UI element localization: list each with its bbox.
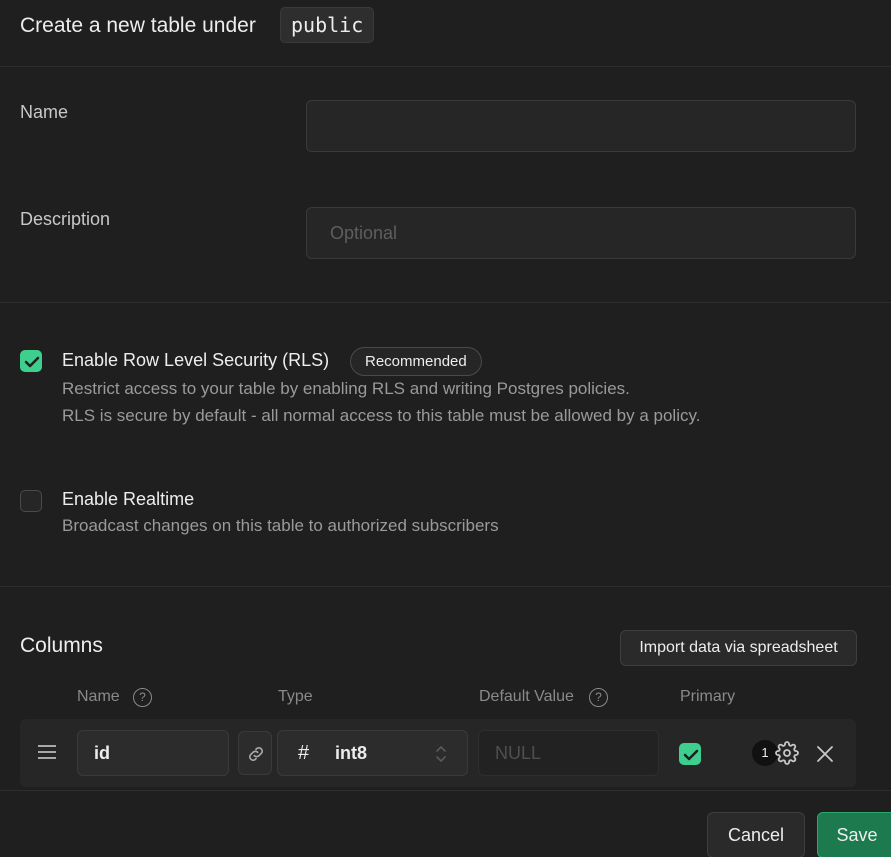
gear-icon[interactable] <box>775 741 799 765</box>
name-input[interactable] <box>306 100 856 152</box>
check-icon <box>683 749 699 761</box>
drag-handle-icon[interactable] <box>38 745 56 759</box>
check-icon <box>24 356 40 368</box>
rls-title: Enable Row Level Security (RLS) <box>62 350 330 370</box>
column-type-value: int8 <box>335 743 368 763</box>
recommended-badge: Recommended <box>350 347 482 376</box>
column-header-default-value: Default Value <box>479 688 574 705</box>
column-header-type: Type <box>278 688 313 705</box>
rls-description-line-2: RLS is secure by default - all normal ac… <box>62 406 701 425</box>
rls-checkbox[interactable] <box>20 350 42 372</box>
name-label: Name <box>20 102 69 122</box>
footer-divider <box>0 790 891 791</box>
help-icon[interactable]: ? <box>589 688 608 707</box>
cancel-button[interactable]: Cancel <box>707 812 805 857</box>
hash-icon: # <box>298 742 310 764</box>
realtime-checkbox[interactable] <box>20 490 42 512</box>
description-input[interactable] <box>306 207 856 259</box>
section-divider <box>0 302 891 303</box>
link-icon <box>249 747 263 761</box>
column-name-input[interactable] <box>77 730 229 776</box>
realtime-title: Enable Realtime <box>62 489 195 509</box>
save-button[interactable]: Save <box>817 812 891 857</box>
chevron-up-down-icon <box>436 746 446 762</box>
help-icon[interactable]: ? <box>133 688 152 707</box>
page-title: Create a new table under <box>20 14 256 37</box>
schema-chip: public <box>280 7 375 43</box>
section-divider <box>0 586 891 587</box>
rls-description-line-1: Restrict access to your table by enablin… <box>62 379 630 398</box>
column-type-select[interactable]: # int8 <box>277 730 468 776</box>
column-header-name: Name <box>77 688 120 705</box>
default-value-input[interactable] <box>478 730 659 776</box>
foreign-key-button[interactable] <box>238 731 272 775</box>
column-header-primary: Primary <box>680 688 736 705</box>
close-icon[interactable] <box>815 744 835 764</box>
columns-title: Columns <box>20 634 103 657</box>
import-spreadsheet-button[interactable]: Import data via spreadsheet <box>620 630 857 666</box>
description-label: Description <box>20 209 111 229</box>
panel-header: Create a new table under public <box>0 0 891 67</box>
primary-key-checkbox[interactable] <box>679 743 701 765</box>
realtime-description: Broadcast changes on this table to autho… <box>62 516 499 535</box>
